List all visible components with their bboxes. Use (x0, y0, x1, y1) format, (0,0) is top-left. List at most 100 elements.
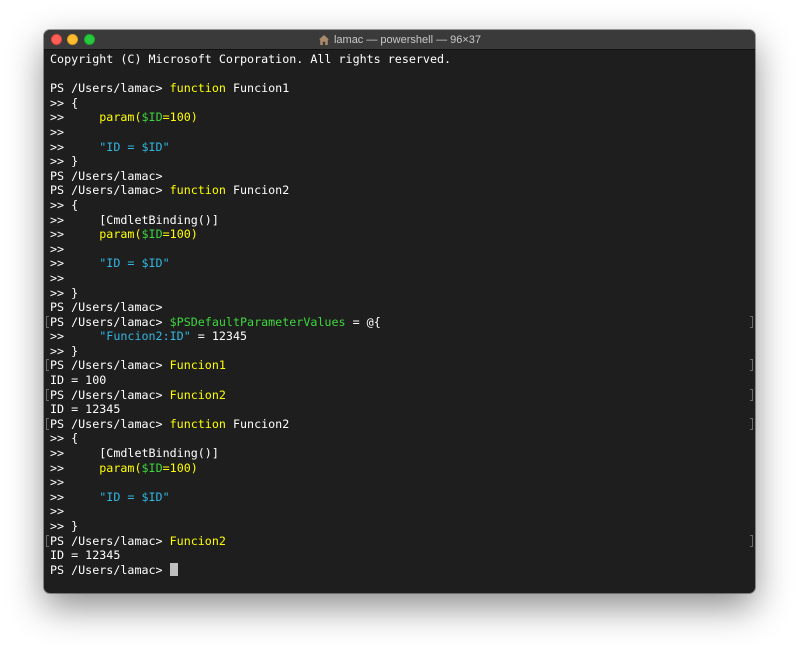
terminal-line: >> } (50, 519, 745, 534)
terminal-line: >> [CmdletBinding()] (50, 446, 745, 461)
terminal-line: >> "ID = $ID" (50, 140, 745, 155)
command-mark-left (46, 417, 49, 430)
title-bar[interactable]: lamac — powershell — 96×37 (44, 30, 755, 50)
command-mark-right (750, 388, 753, 401)
terminal-text: Copyright (C) Microsoft Corporation. All… (50, 52, 452, 66)
terminal-text: >> [CmdletBinding()] (50, 446, 219, 461)
terminal-line: >> { (50, 431, 745, 446)
command-mark-left (46, 315, 49, 328)
command-mark-right (750, 417, 753, 430)
terminal-text: Funcion2 (169, 387, 226, 402)
terminal-text: >> [CmdletBinding()] (50, 212, 219, 227)
terminal-text: function (169, 416, 226, 431)
terminal-text: >> { (50, 95, 79, 110)
terminal-line: >> "ID = $ID" (50, 256, 745, 271)
terminal-line: PS /Users/lamac> (50, 169, 745, 184)
window-title-text: lamac — powershell — 96×37 (333, 33, 482, 46)
terminal-text: ID = 12345 (50, 402, 121, 417)
terminal-line: >> param($ID=100) (50, 227, 745, 242)
terminal-text: >> { (50, 197, 79, 212)
terminal-line: PS /Users/lamac> $PSDefaultParameterValu… (46, 314, 753, 330)
terminal-line: >> (50, 504, 745, 519)
terminal-text: "Funcion2:ID" (99, 329, 191, 344)
terminal-text: $ID (141, 110, 163, 125)
terminal-text: PS /Users/lamac> (50, 387, 170, 402)
terminal-line: >> param($ID=100) (50, 461, 745, 476)
terminal-text: >> (50, 475, 65, 490)
terminal-line: >> (50, 125, 745, 140)
terminal-text: ID = 100 (50, 373, 107, 388)
terminal-line: PS /Users/lamac> function Funcion1 (50, 81, 745, 96)
terminal-text: PS /Users/lamac> (50, 562, 170, 577)
terminal-text: = 12345 (190, 329, 248, 344)
terminal-text: ID = 12345 (50, 548, 121, 563)
command-mark-left (46, 388, 49, 401)
terminal-line: ID = 12345 (50, 548, 745, 563)
command-mark-left (46, 534, 49, 547)
terminal-line: ID = 100 (50, 373, 745, 388)
terminal-text: Funcion2 (225, 183, 290, 198)
terminal-text: >> (50, 489, 100, 504)
terminal-text: =100) (162, 227, 198, 242)
terminal-text: PS /Users/lamac> (50, 533, 170, 548)
terminal-text: >> } (50, 519, 79, 533)
terminal-text: >> (50, 460, 100, 475)
terminal-text: "ID = $ID" (99, 256, 170, 271)
terminal-line: ID = 12345 (50, 402, 745, 417)
terminal-output[interactable]: Copyright (C) Microsoft Corporation. All… (46, 52, 753, 589)
terminal-text: PS /Users/lamac> (50, 81, 170, 96)
terminal-line: >> (50, 242, 745, 257)
terminal-text: >> (50, 110, 100, 125)
terminal-text: function (169, 81, 226, 96)
terminal-text: >> (50, 227, 100, 242)
terminal-line: PS /Users/lamac> Funcion2 (46, 387, 753, 403)
terminal-line: >> (50, 475, 745, 490)
terminal-text: >> (50, 270, 65, 285)
terminal-text: >> (50, 241, 65, 256)
window-title: lamac — powershell — 96×37 (44, 30, 755, 49)
terminal-text: >> (50, 504, 65, 519)
terminal-text: param( (99, 110, 142, 125)
terminal-line: >> (50, 271, 745, 286)
terminal-line: >> } (50, 344, 745, 359)
terminal-text: = @{ (345, 314, 381, 329)
terminal-text: >> { (50, 431, 79, 446)
terminal-text: "ID = $ID" (99, 139, 170, 154)
terminal-text: PS /Users/lamac> (50, 314, 170, 329)
terminal-text: PS /Users/lamac> (50, 358, 170, 373)
terminal-line: PS /Users/lamac> Funcion2 (46, 533, 753, 549)
terminal-line: PS /Users/lamac> (50, 300, 745, 315)
terminal-line: PS /Users/lamac> function Funcion2 (50, 183, 745, 198)
terminal-text: >> } (50, 154, 79, 169)
terminal-line: PS /Users/lamac> function Funcion2 (46, 416, 753, 432)
terminal-text: param( (99, 460, 142, 475)
terminal-line: >> } (50, 154, 745, 169)
terminal-text: PS /Users/lamac> (50, 183, 170, 198)
command-mark-left (46, 359, 49, 372)
terminal-text: $ID (141, 227, 163, 242)
terminal-text: >> (50, 124, 65, 139)
terminal-text: >> (50, 256, 100, 271)
command-mark-right (750, 359, 753, 372)
home-icon (318, 34, 329, 45)
terminal-text: >> (50, 329, 100, 344)
terminal-line: >> "ID = $ID" (50, 490, 745, 505)
terminal-line: PS /Users/lamac> (50, 562, 745, 578)
terminal-line: >> { (50, 198, 745, 213)
terminal-line: Copyright (C) Microsoft Corporation. All… (50, 52, 745, 67)
terminal-line: >> { (50, 96, 745, 111)
terminal-text: PS /Users/lamac> (50, 416, 170, 431)
terminal-text: =100) (162, 110, 198, 125)
terminal-line: >> "Funcion2:ID" = 12345 (50, 329, 745, 344)
terminal-line: >> [CmdletBinding()] (50, 213, 745, 228)
terminal-line: PS /Users/lamac> Funcion1 (46, 358, 753, 373)
command-mark-right (750, 534, 753, 547)
terminal-text: "ID = $ID" (99, 489, 170, 504)
terminal-line: >> param($ID=100) (50, 110, 745, 125)
terminal-window: lamac — powershell — 96×37 Copyright (C)… (44, 30, 755, 593)
terminal-text: PS /Users/lamac> (50, 168, 163, 183)
terminal-text: Funcion2 (169, 533, 226, 548)
terminal-text: Funcion1 (169, 358, 226, 373)
terminal-text: PS /Users/lamac> (50, 300, 163, 315)
